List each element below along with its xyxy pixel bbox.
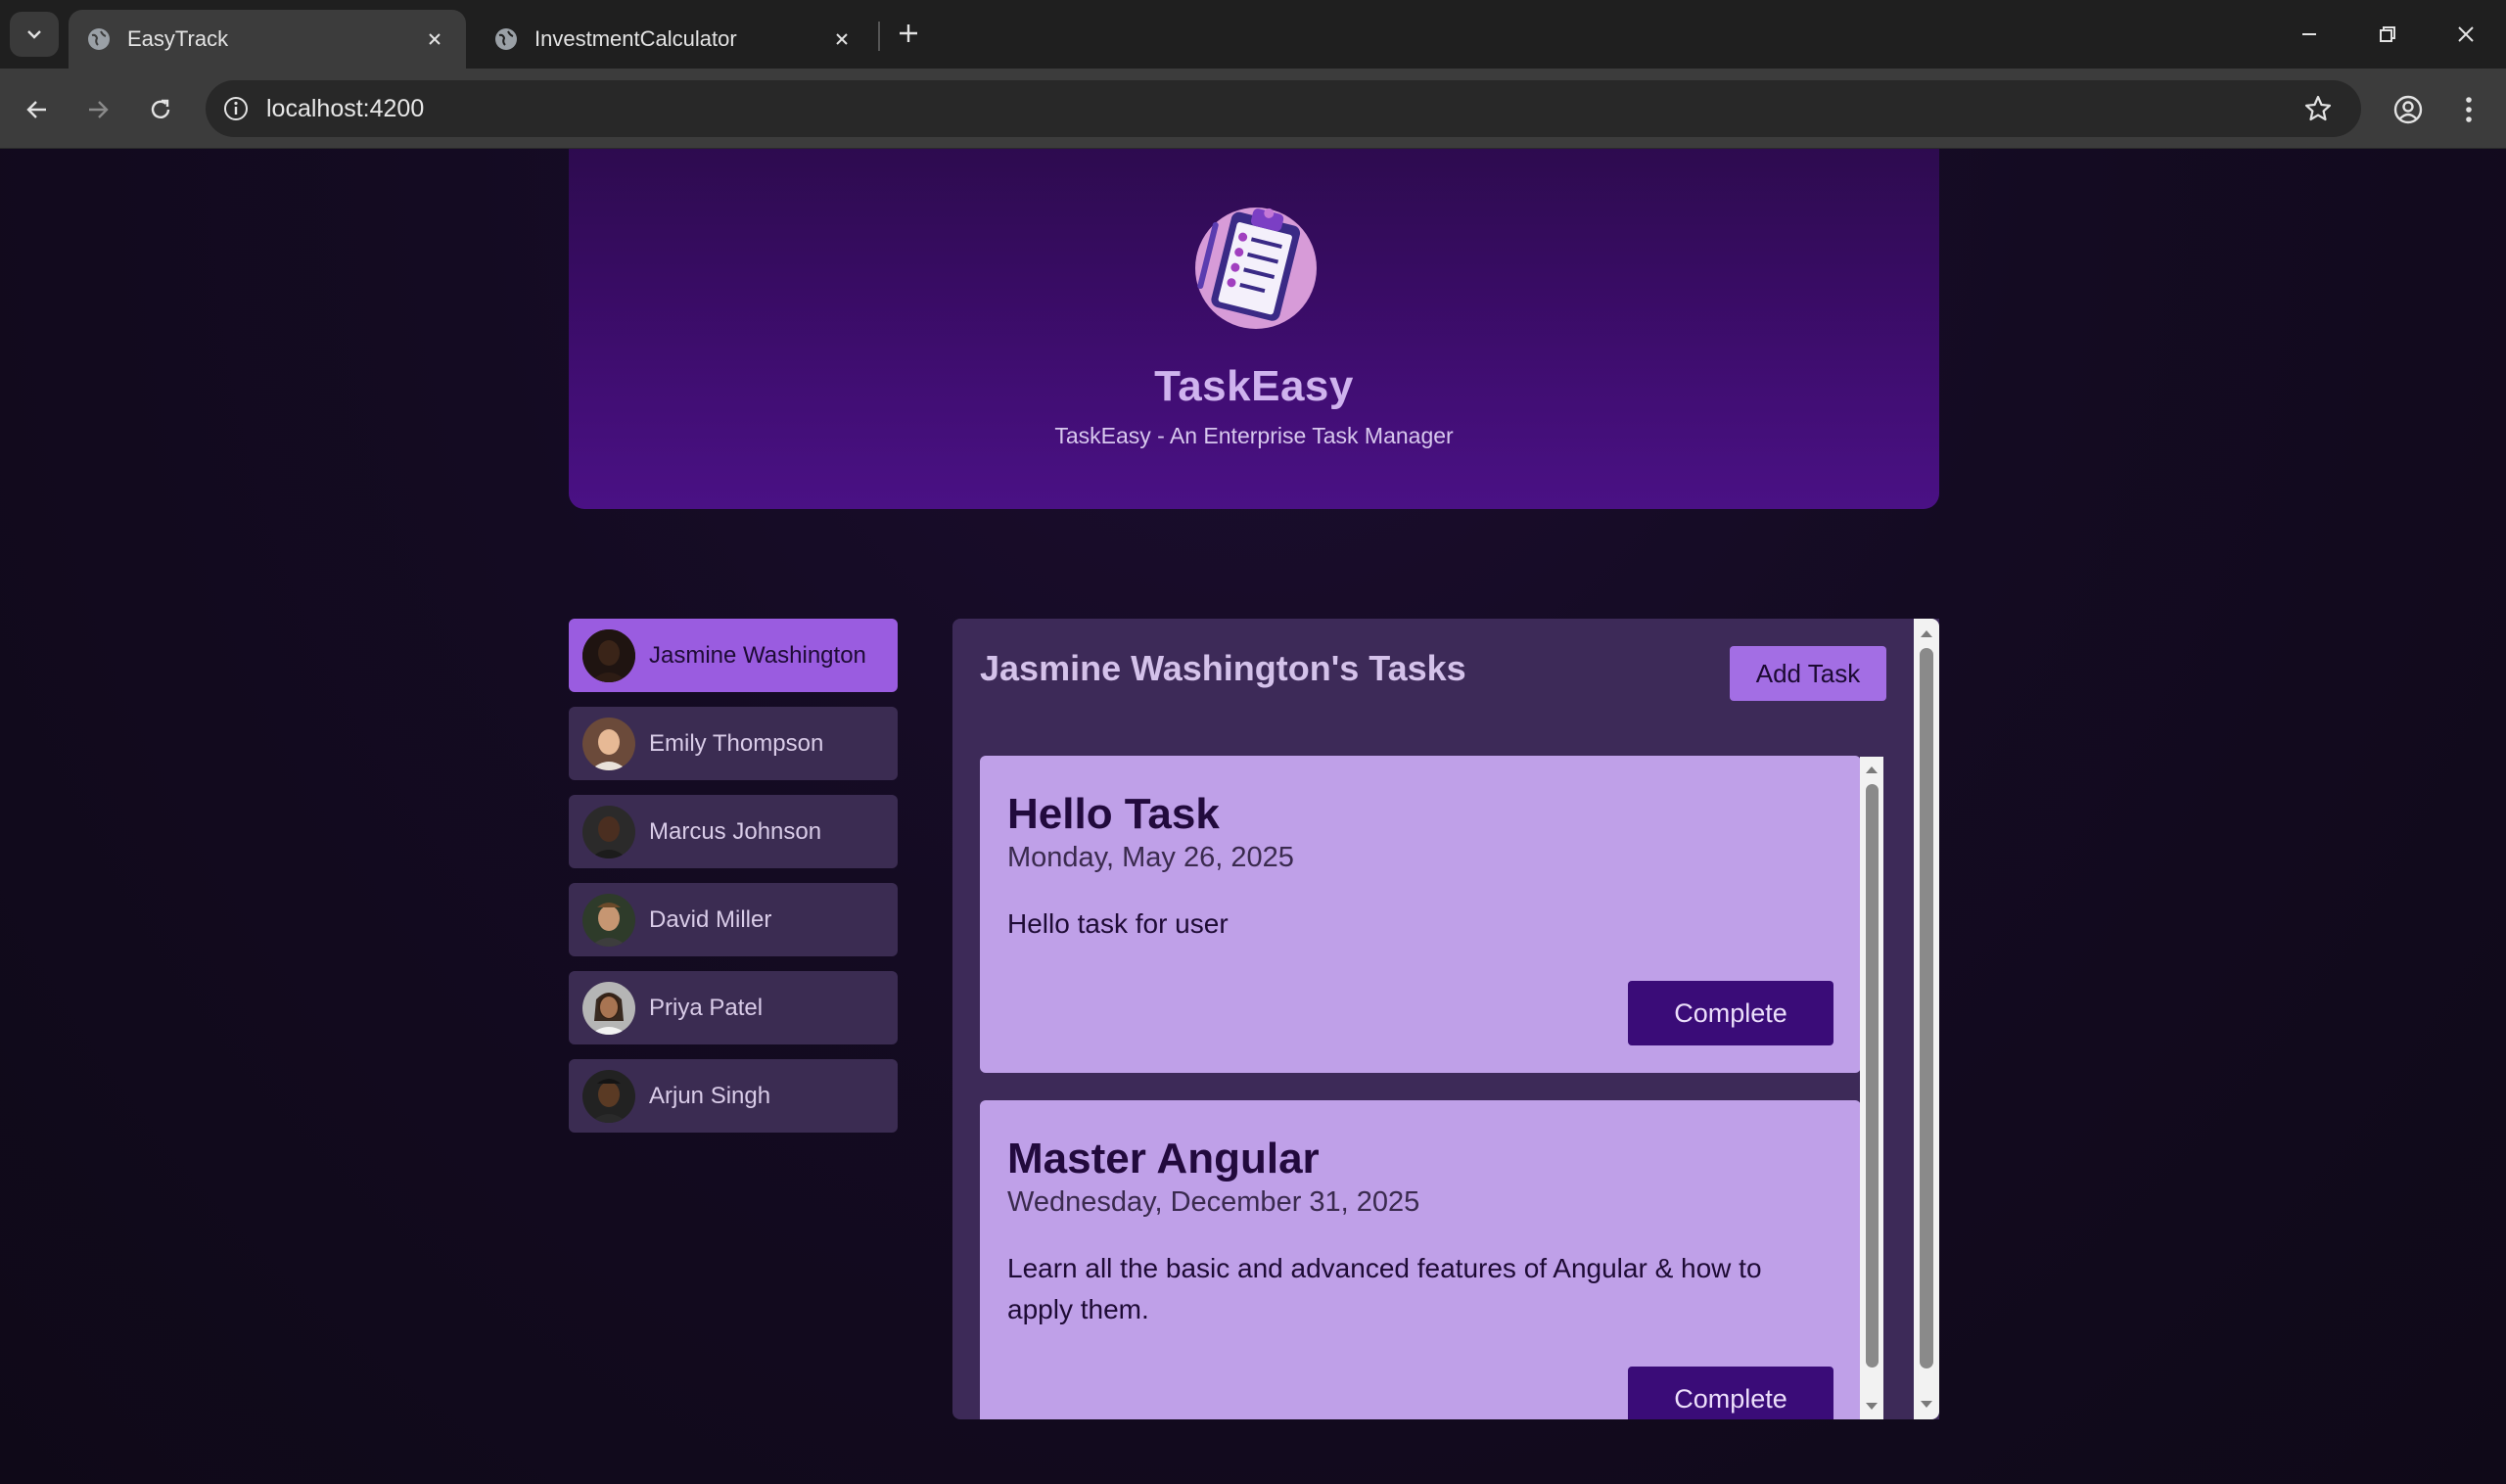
forward-button[interactable] [76,88,119,131]
user-button-priya-patel[interactable]: Priya Patel [569,971,898,1044]
tab-title: EasyTrack [127,26,229,51]
globe-icon [88,28,110,50]
add-task-button[interactable]: Add Task [1730,646,1886,701]
app-subtitle: TaskEasy - An Enterprise Task Manager [1054,423,1454,448]
user-name: David Miller [649,905,772,933]
site-info-icon[interactable] [219,92,253,125]
url-text[interactable]: localhost:4200 [266,95,2298,123]
scroll-down-arrow-icon[interactable] [1914,1394,1939,1415]
scroll-up-arrow-icon[interactable] [1914,623,1939,644]
task-date: Wednesday, December 31, 2025 [1007,1186,1420,1218]
tab-investmentcalculator[interactable]: InvestmentCalculator [476,10,873,69]
reload-icon [151,99,170,118]
restore-button[interactable] [2363,12,2412,57]
avatar [582,981,635,1035]
scroll-down-arrow-icon[interactable] [1860,1396,1883,1417]
clipboard-task-logo [1195,208,1317,329]
avatar [582,805,635,858]
tasks-panel: Jasmine Washington's Tasks Add Task Hell… [952,619,1939,1419]
minimize-icon [2302,33,2316,35]
complete-button[interactable]: Complete [1628,981,1833,1045]
task-summary: Hello task for user [1007,908,1229,939]
tab-title: InvestmentCalculator [534,26,737,51]
restore-icon [2380,26,2395,42]
task-title: Hello Task [1007,790,1220,838]
user-button-david-miller[interactable]: David Miller [569,883,898,956]
task-title: Master Angular [1007,1135,1320,1183]
user-name: Jasmine Washington [649,641,866,669]
tasks-heading: Jasmine Washington's Tasks [980,648,1466,688]
user-name: Arjun Singh [649,1082,771,1109]
tab-separator [878,22,880,51]
user-name: Marcus Johnson [649,817,822,845]
browser-tab-bar: EasyTrack InvestmentCalculator [0,0,2506,69]
task-card: Hello Task Monday, May 26, 2025 Hello ta… [980,756,1861,1073]
scrollbar-thumb[interactable] [1866,784,1879,1368]
task-card: Master Angular Wednesday, December 31, 2… [980,1100,1861,1419]
user-name: Priya Patel [649,994,764,1021]
chevron-down-icon [27,30,41,39]
scrollbar-thumb[interactable] [1920,648,1933,1368]
user-button-jasmine-washington[interactable]: Jasmine Washington [569,619,898,692]
bookmark-star-icon[interactable] [2298,89,2338,128]
plus-icon [900,24,917,42]
browser-toolbar: localhost:4200 [0,69,2506,149]
user-button-emily-thompson[interactable]: Emily Thompson [569,707,898,780]
avatar [582,628,635,682]
arrow-right-icon [89,101,109,118]
account-circle-icon [2393,95,2423,124]
user-name: Emily Thompson [649,729,824,757]
close-window-button[interactable] [2441,12,2490,57]
close-icon[interactable] [421,25,448,53]
task-list-scrollbar[interactable] [1860,757,1883,1419]
avatar [582,717,635,770]
user-button-arjun-singh[interactable]: Arjun Singh [569,1059,898,1133]
tab-search-button[interactable] [10,12,59,57]
task-list[interactable]: Hello Task Monday, May 26, 2025 Hello ta… [980,756,1861,1419]
task-summary: Learn all the basic and advanced feature… [1007,1253,1762,1324]
new-tab-button[interactable] [891,16,926,51]
back-button[interactable] [16,88,59,131]
globe-icon [495,28,517,50]
reload-button[interactable] [139,88,182,131]
tab-easytrack[interactable]: EasyTrack [69,10,466,69]
avatar [582,893,635,947]
scroll-up-arrow-icon[interactable] [1860,759,1883,780]
complete-button[interactable]: Complete [1628,1367,1833,1419]
user-button-marcus-johnson[interactable]: Marcus Johnson [569,795,898,868]
task-date: Monday, May 26, 2025 [1007,842,1294,873]
users-list: Jasmine Washington Emily Thompson Marcus… [569,619,898,1147]
close-icon[interactable] [828,25,856,53]
close-icon [2458,26,2474,42]
more-vertical-icon [2466,97,2472,122]
browser-menu-button[interactable] [2449,88,2488,131]
app-header: TaskEasy TaskEasy - An Enterprise Task M… [569,149,1939,509]
tasks-panel-scrollbar[interactable] [1914,619,1939,1419]
arrow-left-icon [26,101,46,118]
app-title: TaskEasy [1154,362,1354,410]
address-bar[interactable]: localhost:4200 [206,80,2361,137]
avatar [582,1069,635,1123]
minimize-button[interactable] [2285,12,2334,57]
profile-button[interactable] [2387,88,2430,131]
